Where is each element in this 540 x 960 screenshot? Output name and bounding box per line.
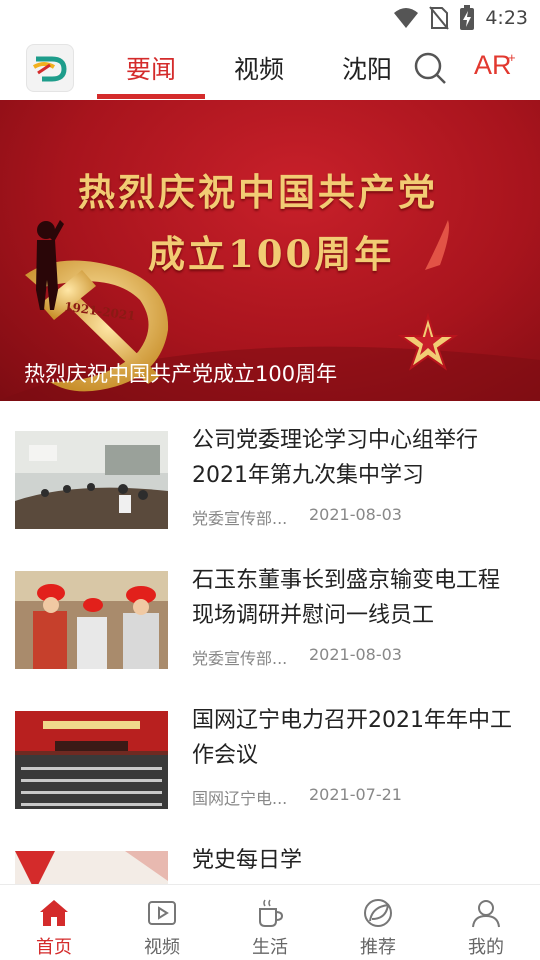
ar-plus: + <box>508 50 516 65</box>
bottom-tab-label: 首页 <box>36 937 72 958</box>
party-history-image <box>15 851 168 884</box>
news-list-item[interactable]: 公司党委理论学习中心组举行2021年第九次集中学习 党委宣传部... 2021-… <box>0 401 540 541</box>
leaf-icon <box>364 899 392 927</box>
bottom-tab-me[interactable]: 我的 <box>432 885 540 960</box>
bottom-tab-video[interactable]: 视频 <box>108 885 216 960</box>
banner-carousel[interactable]: 1921-2021 热烈庆祝中国共产党 成立100周年 热烈庆祝中国共产党成立1… <box>0 100 540 401</box>
star-ribbon-icon <box>397 220 459 371</box>
news-date: 2021-07-21 <box>309 785 402 804</box>
banner-headline-line2: 成立100周年 <box>148 232 395 276</box>
news-source: 国网辽宁电... <box>192 789 288 808</box>
news-list-item[interactable]: 石玉东董事长到盛京输变电工程现场调研并慰问一线员工 党委宣传部... 2021-… <box>0 541 540 681</box>
home-icon <box>40 900 68 926</box>
status-time: 4:23 <box>485 7 528 29</box>
news-thumbnail <box>15 431 168 529</box>
search-button[interactable] <box>412 50 448 86</box>
app-logo-icon <box>32 56 67 82</box>
news-date: 2021-08-03 <box>309 645 402 664</box>
cup-icon <box>259 899 284 927</box>
news-thumbnail <box>15 571 168 669</box>
status-icons: 4:23 <box>393 4 528 32</box>
banner-headline-line1: 热烈庆祝中国共产党 <box>78 170 438 214</box>
news-list-item[interactable]: 党史每日学 <box>0 821 540 884</box>
tab-news[interactable]: 要闻 <box>97 36 205 100</box>
bottom-tab-bar: 首页 视频 生活 推荐 我的 <box>0 884 540 960</box>
no-sim-icon <box>429 6 450 30</box>
tab-video[interactable]: 视频 <box>205 36 313 100</box>
tab-shenyang[interactable]: 沈阳 <box>313 36 421 100</box>
workers-site-image <box>15 571 168 669</box>
wifi-icon <box>394 8 419 28</box>
meeting-room-image <box>15 431 168 529</box>
news-title: 国网辽宁电力召开2021年年中工作会议 <box>192 708 512 768</box>
ar-label: AR <box>474 50 512 80</box>
search-icon <box>414 52 446 84</box>
bottom-tab-label: 推荐 <box>360 937 396 958</box>
news-title: 石玉东董事长到盛京输变电工程现场调研并慰问一线员工 <box>192 568 501 628</box>
status-bar: 4:23 <box>0 0 540 36</box>
news-title: 党史每日学 <box>192 848 303 873</box>
bottom-tab-label: 我的 <box>468 937 504 958</box>
bottom-tab-label: 视频 <box>144 937 180 958</box>
ar-button[interactable]: AR + <box>474 50 524 86</box>
news-source: 党委宣传部... <box>192 649 288 668</box>
bottom-tab-life[interactable]: 生活 <box>216 885 324 960</box>
bottom-tab-label: 生活 <box>252 937 288 958</box>
banner-caption: 热烈庆祝中国共产党成立100周年 <box>24 362 338 386</box>
news-thumbnail <box>15 711 168 809</box>
conference-hall-image <box>15 711 168 809</box>
play-icon <box>148 901 176 925</box>
news-source: 党委宣传部... <box>192 509 288 528</box>
battery-charging-icon <box>460 5 475 30</box>
user-icon <box>472 900 500 928</box>
news-title: 公司党委理论学习中心组举行2021年第九次集中学习 <box>192 428 479 488</box>
bottom-tab-home[interactable]: 首页 <box>0 885 108 960</box>
news-thumbnail <box>15 851 168 884</box>
bottom-tab-recommend[interactable]: 推荐 <box>324 885 432 960</box>
app-logo[interactable] <box>26 44 74 92</box>
active-tab-indicator <box>97 94 205 99</box>
news-list-item[interactable]: 国网辽宁电力召开2021年年中工作会议 国网辽宁电... 2021-07-21 <box>0 681 540 821</box>
top-nav: 要闻 视频 沈阳 AR + <box>0 36 540 100</box>
news-date: 2021-08-03 <box>309 505 402 524</box>
